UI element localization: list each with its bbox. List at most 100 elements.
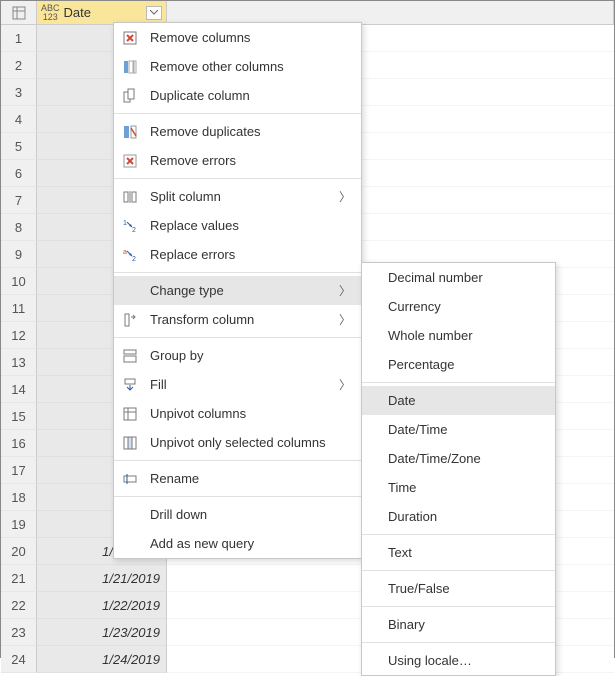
menu-separator [362,534,555,535]
menu-separator [362,606,555,607]
menu-add-as-new-query[interactable]: Add as new query [114,529,361,558]
row-number[interactable]: 21 [1,565,37,592]
menu-separator [362,570,555,571]
row-number[interactable]: 17 [1,457,37,484]
menu-unpivot-columns[interactable]: Unpivot columns [114,399,361,428]
column-header-label: Date [64,5,91,20]
row-number[interactable]: 6 [1,160,37,187]
submenu-decimal-number[interactable]: Decimal number [362,263,555,292]
menu-drill-down[interactable]: Drill down [114,500,361,529]
chevron-right-icon: 〉 [339,188,351,205]
submenu-date-time[interactable]: Date/Time [362,415,555,444]
blank-icon [120,505,140,525]
chevron-right-icon: 〉 [339,376,351,393]
chevron-right-icon: 〉 [339,282,351,299]
row-number[interactable]: 19 [1,511,37,538]
menu-separator [114,178,361,179]
svg-text:1: 1 [123,220,127,227]
menu-remove-other-columns[interactable]: Remove other columns [114,52,361,81]
row-number[interactable]: 1 [1,25,37,52]
group-by-icon [120,346,140,366]
menu-remove-duplicates[interactable]: Remove duplicates [114,117,361,146]
row-number[interactable]: 5 [1,133,37,160]
row-number[interactable]: 4 [1,106,37,133]
column-dropdown-button[interactable] [146,6,162,20]
menu-separator [362,642,555,643]
row-number[interactable]: 18 [1,484,37,511]
submenu-whole-number[interactable]: Whole number [362,321,555,350]
transform-column-icon [120,310,140,330]
table-icon [12,6,26,20]
menu-change-type[interactable]: Change type 〉 [114,276,361,305]
svg-text:a: a [123,249,127,256]
cell-date[interactable]: 1/24/2019 [37,646,167,673]
menu-replace-errors[interactable]: a2 Replace errors [114,240,361,269]
row-number[interactable]: 13 [1,349,37,376]
table-corner[interactable] [1,1,37,25]
row-number[interactable]: 22 [1,592,37,619]
row-number[interactable]: 23 [1,619,37,646]
row-number[interactable]: 24 [1,646,37,673]
submenu-date-time-zone[interactable]: Date/Time/Zone [362,444,555,473]
replace-values-icon: 12 [120,216,140,236]
svg-text:2: 2 [132,227,136,234]
cell-date[interactable]: 1/23/2019 [37,619,167,646]
remove-other-columns-icon [120,57,140,77]
chevron-down-icon [150,10,158,15]
row-number[interactable]: 12 [1,322,37,349]
row-number[interactable]: 10 [1,268,37,295]
menu-separator [114,272,361,273]
submenu-date[interactable]: Date [362,386,555,415]
submenu-currency[interactable]: Currency [362,292,555,321]
submenu-binary[interactable]: Binary [362,610,555,639]
cell-date[interactable]: 1/22/2019 [37,592,167,619]
menu-separator [114,496,361,497]
row-number[interactable]: 16 [1,430,37,457]
menu-rename[interactable]: Rename [114,464,361,493]
blank-icon [120,281,140,301]
submenu-duration[interactable]: Duration [362,502,555,531]
menu-duplicate-column[interactable]: Duplicate column [114,81,361,110]
svg-text:2: 2 [132,256,136,263]
menu-transform-column[interactable]: Transform column 〉 [114,305,361,334]
menu-replace-values[interactable]: 12 Replace values [114,211,361,240]
submenu-percentage[interactable]: Percentage [362,350,555,379]
row-number[interactable]: 15 [1,403,37,430]
menu-separator [362,382,555,383]
remove-columns-icon [120,28,140,48]
unpivot-selected-icon [120,433,140,453]
split-column-icon [120,187,140,207]
context-menu: Remove columns Remove other columns Dupl… [113,22,362,559]
submenu-true-false[interactable]: True/False [362,574,555,603]
fill-icon [120,375,140,395]
rename-icon [120,469,140,489]
menu-group-by[interactable]: Group by [114,341,361,370]
row-number[interactable]: 20 [1,538,37,565]
row-number[interactable]: 2 [1,52,37,79]
menu-unpivot-only-selected[interactable]: Unpivot only selected columns [114,428,361,457]
menu-separator [114,113,361,114]
menu-remove-errors[interactable]: Remove errors [114,146,361,175]
replace-errors-icon: a2 [120,245,140,265]
submenu-text[interactable]: Text [362,538,555,567]
row-number[interactable]: 9 [1,241,37,268]
row-number[interactable]: 7 [1,187,37,214]
row-number[interactable]: 3 [1,79,37,106]
abc123-type-icon: ABC 123 [41,4,60,22]
row-number[interactable]: 14 [1,376,37,403]
menu-remove-columns[interactable]: Remove columns [114,23,361,52]
remove-errors-icon [120,151,140,171]
menu-fill[interactable]: Fill 〉 [114,370,361,399]
row-number[interactable]: 8 [1,214,37,241]
blank-icon [120,534,140,554]
cell-date[interactable]: 1/21/2019 [37,565,167,592]
menu-split-column[interactable]: Split column 〉 [114,182,361,211]
menu-separator [114,337,361,338]
remove-duplicates-icon [120,122,140,142]
row-number[interactable]: 11 [1,295,37,322]
unpivot-columns-icon [120,404,140,424]
submenu-time[interactable]: Time [362,473,555,502]
submenu-using-locale[interactable]: Using locale… [362,646,555,675]
change-type-submenu: Decimal number Currency Whole number Per… [361,262,556,676]
menu-separator [114,460,361,461]
